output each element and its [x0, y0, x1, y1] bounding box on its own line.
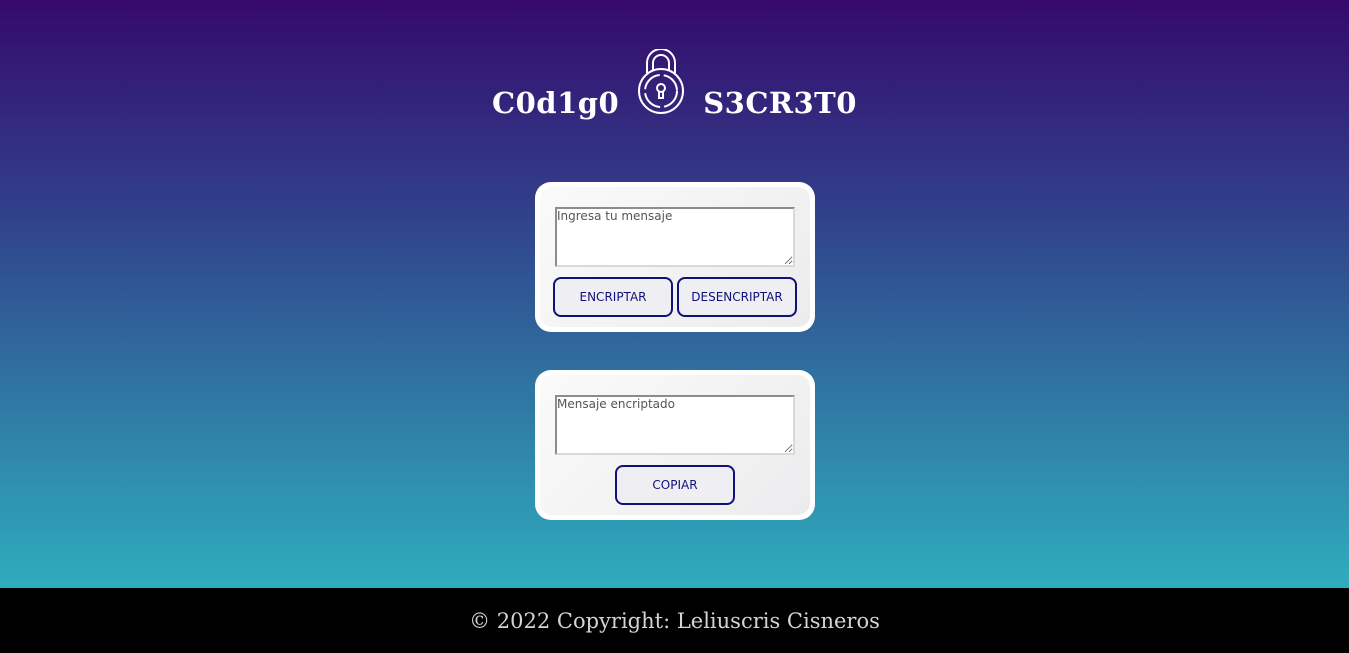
encrypted-output[interactable] — [555, 395, 795, 455]
encrypt-card: ENCRIPTAR DESENCRIPTAR — [535, 182, 815, 332]
encrypt-button[interactable]: ENCRIPTAR — [553, 277, 673, 317]
title-left: C0d1g0 — [492, 86, 620, 120]
message-input[interactable] — [555, 207, 795, 267]
title-right: S3CR3T0 — [703, 86, 857, 120]
lock-icon — [638, 49, 685, 114]
result-card-inner: COPIAR — [540, 375, 810, 515]
page-background: C0d1g0 S3CR3T0 ENCRIPTAR DESENCRIPTAR CO… — [0, 0, 1349, 588]
encrypt-card-inner: ENCRIPTAR DESENCRIPTAR — [540, 187, 810, 327]
footer: © 2022 Copyright: Leliuscris Cisneros — [0, 588, 1349, 653]
footer-copyright: © 2022 Copyright: Leliuscris Cisneros — [469, 608, 880, 633]
result-card: COPIAR — [535, 370, 815, 520]
copy-button[interactable]: COPIAR — [615, 465, 735, 505]
page-header: C0d1g0 S3CR3T0 — [0, 48, 1349, 128]
decrypt-button[interactable]: DESENCRIPTAR — [677, 277, 797, 317]
